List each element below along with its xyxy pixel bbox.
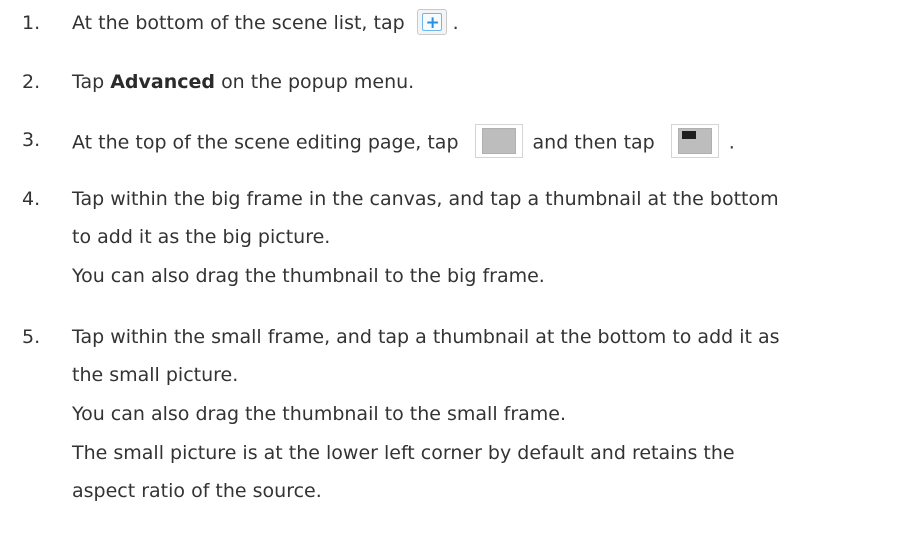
- step-text-line: the small picture.: [72, 364, 239, 386]
- step-text-segment: on the popup menu.: [221, 71, 415, 93]
- step-text-segment: At the bottom of the scene list, tap: [72, 12, 405, 34]
- step-text-segment: .: [728, 131, 735, 154]
- step-note-line: You can also drag the thumbnail to the b…: [72, 265, 545, 287]
- layout-blank-icon: [474, 124, 523, 158]
- layout-picture-in-picture-icon: [670, 124, 719, 158]
- step-number: 4.: [22, 188, 41, 210]
- step-number: 1.: [22, 12, 41, 34]
- step-note-line: You can also drag the thumbnail to the s…: [72, 403, 567, 425]
- step-text-line: Tap within the big frame in the canvas, …: [72, 188, 779, 210]
- step-number: 3.: [22, 129, 41, 151]
- step-number: 5.: [22, 326, 41, 348]
- step-text-segment: Tap: [72, 71, 105, 93]
- step-text-segment: and then tap: [532, 131, 655, 154]
- add-scene-button-icon: [416, 8, 448, 35]
- step-text: At the top of the scene editing page, ta…: [72, 124, 735, 160]
- step-number: 2.: [22, 71, 41, 93]
- step-text-segment: At the top of the scene editing page, ta…: [72, 131, 459, 154]
- menu-item-name: Advanced: [110, 71, 216, 93]
- step-text-line: Tap within the small frame, and tap a th…: [72, 326, 780, 348]
- step-note-line: aspect ratio of the source.: [72, 480, 322, 502]
- step-text-segment: .: [452, 12, 459, 34]
- step-note-line: The small picture is at the lower left c…: [72, 442, 735, 464]
- step-text: Tap Advanced on the popup menu.: [72, 68, 414, 96]
- step-text-line: to add it as the big picture.: [72, 226, 331, 248]
- step-text: At the bottom of the scene list, tap.: [72, 8, 459, 37]
